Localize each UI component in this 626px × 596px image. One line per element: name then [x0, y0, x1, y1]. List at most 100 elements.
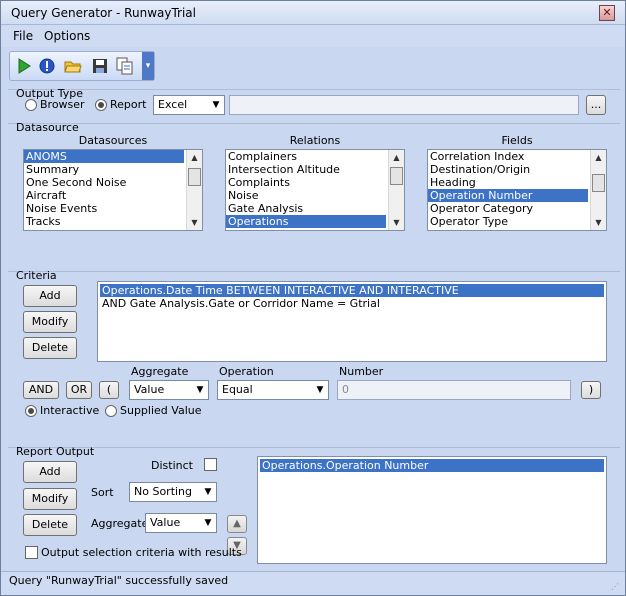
query-generator-window: Query Generator - RunwayTrial ✕ File Opt… [0, 0, 626, 596]
list-item[interactable]: Correlation Index [428, 150, 606, 163]
fields-header: Fields [501, 134, 533, 147]
fields-list[interactable]: Correlation Index Destination/Origin Hea… [427, 149, 607, 231]
window-title: Query Generator - RunwayTrial [11, 6, 196, 20]
report-output-label: Report Output [16, 445, 95, 458]
criteria-line[interactable]: Operations.Date Time BETWEEN INTERACTIVE… [100, 284, 604, 297]
scroll-thumb[interactable] [188, 168, 201, 186]
criteria-aggregate-value: Value [134, 383, 165, 396]
criteria-label: Criteria [16, 269, 57, 282]
close-button[interactable]: ✕ [599, 5, 615, 21]
list-item[interactable]: One Second Noise [24, 176, 202, 189]
status-text: Query "RunwayTrial" successfully saved [9, 574, 229, 587]
title-bar: Query Generator - RunwayTrial ✕ [1, 1, 625, 25]
output-path-field[interactable] [229, 95, 579, 115]
sort-select[interactable]: No Sorting ▼ [129, 482, 217, 502]
move-up-button[interactable]: ▲ [227, 515, 247, 533]
scroll-down-icon[interactable]: ▼ [187, 215, 202, 230]
report-output-item[interactable]: Operations.Operation Number [260, 459, 604, 472]
scroll-thumb[interactable] [390, 167, 403, 185]
criteria-aggregate-select[interactable]: Value ▼ [129, 380, 209, 400]
browser-radio[interactable] [25, 99, 37, 111]
run-button[interactable] [14, 56, 34, 76]
report-add-button[interactable]: Add [23, 461, 77, 483]
datasources-header: Datasources [78, 134, 148, 147]
supplied-value-label: Supplied Value [120, 404, 202, 417]
criteria-number-field[interactable]: 0 [337, 380, 571, 400]
list-item[interactable]: Heading [428, 176, 606, 189]
report-output-list[interactable]: Operations.Operation Number [257, 456, 607, 564]
interactive-radio[interactable] [25, 405, 37, 417]
output-criteria-checkbox[interactable] [25, 546, 38, 559]
list-item[interactable]: Tracks [24, 215, 202, 228]
list-item[interactable]: Complaints [226, 176, 404, 189]
menu-file[interactable]: File [13, 29, 33, 43]
datasource-label: Datasource [16, 121, 79, 134]
list-item[interactable]: Noise Events [24, 202, 202, 215]
toolbar-overflow-button[interactable]: ▾ [142, 52, 154, 80]
report-delete-button[interactable]: Delete [23, 514, 77, 536]
stop-icon [39, 58, 55, 74]
list-item[interactable]: Destination/Origin [428, 163, 606, 176]
report-modify-button[interactable]: Modify [23, 488, 77, 510]
close-paren-button[interactable]: ) [581, 381, 601, 399]
criteria-operation-select[interactable]: Equal ▼ [217, 380, 329, 400]
save-button[interactable] [90, 56, 110, 76]
browse-button[interactable]: ... [586, 95, 606, 115]
fields-scrollbar[interactable]: ▲ ▼ [590, 150, 606, 230]
open-paren-button[interactable]: ( [99, 381, 119, 399]
distinct-checkbox[interactable] [204, 458, 217, 471]
criteria-operation-label: Operation [219, 365, 274, 378]
list-item[interactable]: Summary [24, 163, 202, 176]
copy-icon [116, 57, 133, 75]
scroll-up-icon[interactable]: ▲ [187, 150, 202, 165]
list-item[interactable]: Operations [226, 215, 386, 228]
list-item[interactable]: Noise [226, 189, 404, 202]
interactive-label: Interactive [40, 404, 100, 417]
list-item[interactable]: ANOMS [24, 150, 184, 163]
menu-options[interactable]: Options [44, 29, 90, 43]
scroll-up-icon[interactable]: ▲ [389, 150, 404, 165]
copy-button[interactable] [115, 56, 135, 76]
report-radio[interactable] [95, 99, 107, 111]
relations-list[interactable]: Complainers Intersection Altitude Compla… [225, 149, 405, 231]
relations-header: Relations [289, 134, 341, 147]
chevron-down-icon: ▼ [204, 518, 212, 528]
list-item[interactable]: Operator Category [428, 202, 606, 215]
criteria-delete-button[interactable]: Delete [23, 337, 77, 359]
browser-label: Browser [40, 98, 85, 111]
output-format-select[interactable]: Excel ▼ [153, 95, 225, 115]
run-icon [18, 58, 31, 74]
criteria-modify-button[interactable]: Modify [23, 311, 77, 333]
criteria-line[interactable]: AND Gate Analysis.Gate or Corridor Name … [100, 297, 604, 310]
stop-button[interactable] [37, 56, 57, 76]
list-item[interactable]: Gate Analysis [226, 202, 404, 215]
scroll-down-icon[interactable]: ▼ [389, 215, 404, 230]
scroll-up-icon[interactable]: ▲ [591, 150, 606, 165]
open-folder-icon [64, 61, 82, 73]
list-item[interactable]: Intersection Altitude [226, 163, 404, 176]
or-button[interactable]: OR [66, 381, 92, 399]
relations-scrollbar[interactable]: ▲ ▼ [388, 150, 404, 230]
list-item[interactable]: Complainers [226, 150, 404, 163]
chevron-down-icon: ▼ [212, 100, 220, 110]
report-aggregate-label: Aggregate [91, 517, 149, 530]
scroll-down-icon[interactable]: ▼ [591, 215, 606, 230]
sort-label: Sort [91, 486, 114, 499]
datasources-scrollbar[interactable]: ▲ ▼ [186, 150, 202, 230]
and-button[interactable]: AND [23, 381, 59, 399]
save-icon [93, 59, 107, 73]
list-item[interactable]: Operation Number [428, 189, 588, 202]
report-aggregate-select[interactable]: Value ▼ [145, 513, 217, 533]
supplied-value-radio[interactable] [105, 405, 117, 417]
list-item[interactable]: Operator Type [428, 215, 606, 228]
list-item[interactable]: Aircraft [24, 189, 202, 202]
report-aggregate-value: Value [150, 516, 181, 529]
criteria-add-button[interactable]: Add [23, 285, 77, 307]
chevron-down-icon: ▼ [204, 487, 212, 497]
toolbar: ▾ [9, 51, 155, 81]
scroll-thumb[interactable] [592, 174, 605, 192]
criteria-list[interactable]: Operations.Date Time BETWEEN INTERACTIVE… [97, 281, 607, 362]
datasources-list[interactable]: ANOMS Summary One Second Noise Aircraft … [23, 149, 203, 231]
resize-grip-icon[interactable]: ⋰ [611, 582, 621, 592]
open-button[interactable] [63, 56, 83, 76]
